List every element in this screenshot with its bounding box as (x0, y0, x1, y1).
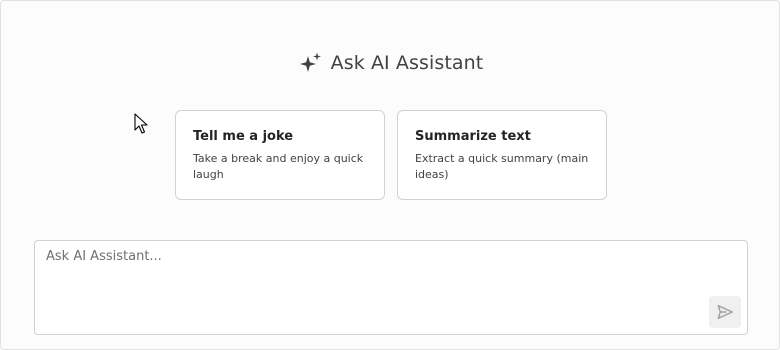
send-icon (717, 304, 733, 320)
mouse-pointer-icon (134, 113, 148, 134)
assistant-panel: Ask AI Assistant Tell me a joke Take a b… (0, 0, 780, 350)
suggestion-card-summarize[interactable]: Summarize text Extract a quick summary (… (397, 110, 607, 200)
suggestion-card-title: Summarize text (415, 129, 531, 144)
suggestion-cards: Tell me a joke Take a break and enjoy a … (175, 110, 607, 200)
assistant-title: Ask AI Assistant (330, 52, 484, 74)
suggestion-card-description: Extract a quick summary (main ideas) (415, 152, 589, 181)
message-composer (34, 240, 748, 335)
suggestion-card-description: Take a break and enjoy a quick laugh (193, 152, 364, 181)
suggestion-card-title: Tell me a joke (193, 129, 294, 144)
sparkle-icon (299, 51, 323, 75)
assistant-header: Ask AI Assistant (1, 48, 780, 78)
send-button[interactable] (709, 296, 741, 328)
suggestion-card-joke[interactable]: Tell me a joke Take a break and enjoy a … (175, 110, 385, 200)
message-input[interactable] (35, 241, 747, 334)
